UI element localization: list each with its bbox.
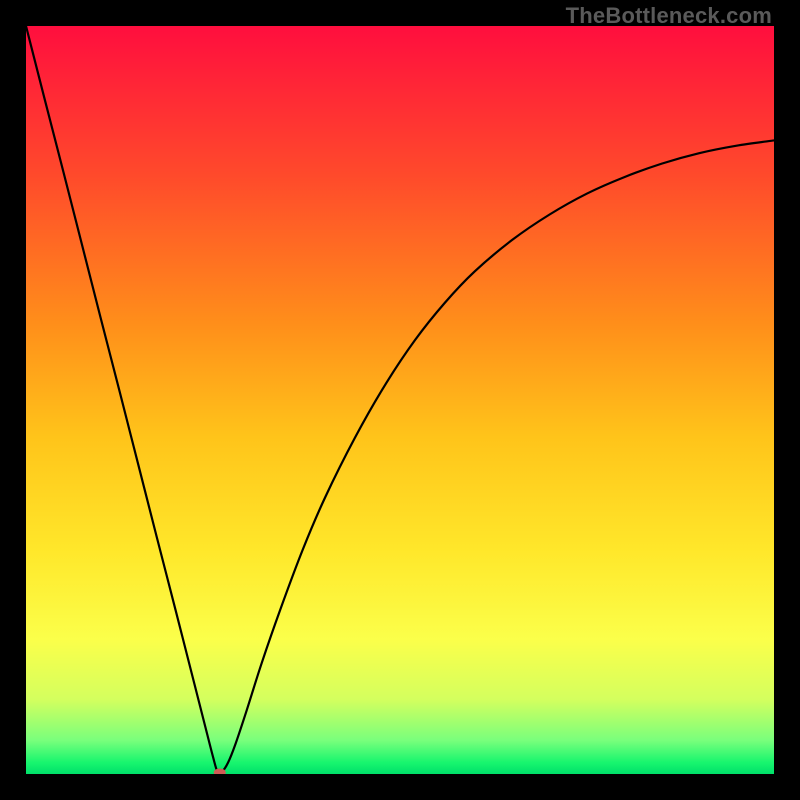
watermark-text: TheBottleneck.com <box>566 3 772 29</box>
gradient-background <box>26 26 774 774</box>
bottleneck-plot <box>26 26 774 774</box>
chart-frame <box>26 26 774 774</box>
